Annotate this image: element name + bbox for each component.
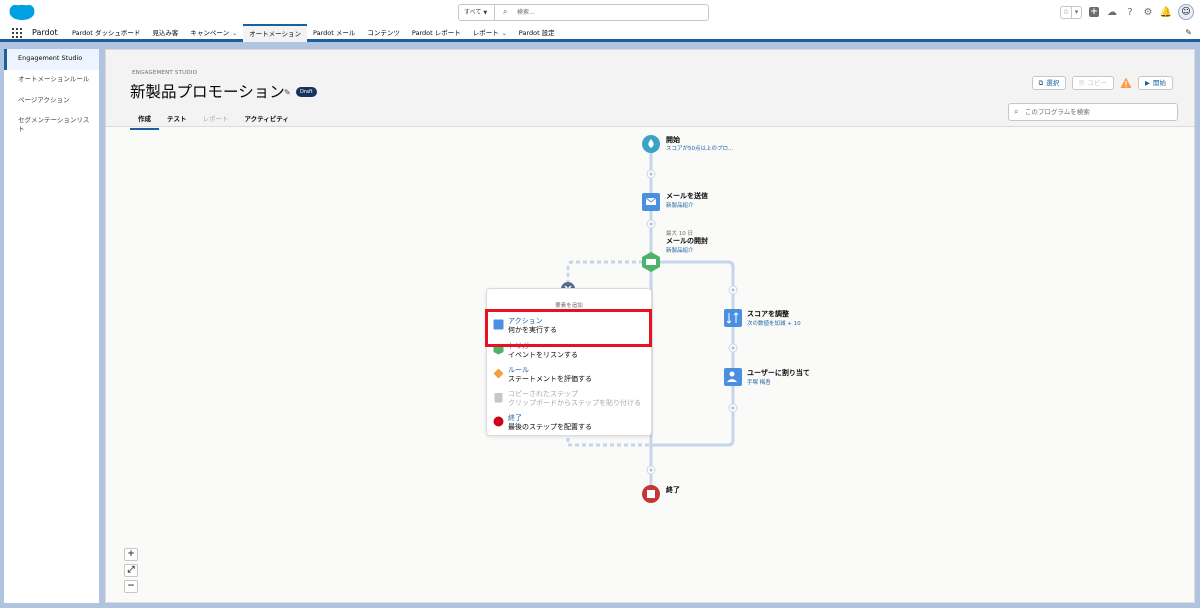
select-button[interactable]: ⧉ 選択 xyxy=(1031,76,1067,90)
program-header: ENGAGEMENT STUDIO 新製品プロモーション ✎ Draft 作成テ… xyxy=(106,50,1194,130)
add-menu-item[interactable]: トリガー イベントをリスンする xyxy=(493,341,643,365)
add-menu-item[interactable]: ルール ステートメントを評価する xyxy=(493,365,643,389)
assign-user-label: ユーザーに割り当て xyxy=(747,369,810,377)
app-navigation: Pardot Pardot ダッシュボード 見込み客 キャンペーン ⌄ オートメーション… xyxy=(0,24,1200,42)
send-email-label: メールを送信 xyxy=(666,192,708,200)
nav-item[interactable]: オートメーション xyxy=(243,24,307,42)
add-menu-item-desc: クリップボードからステップを貼り付ける xyxy=(508,399,641,407)
add-menu-item[interactable]: アクション 何かを実行する xyxy=(493,316,643,340)
plus-icon: + xyxy=(1089,7,1099,17)
left-sidebar: Engagement Studio オートメーションルール ページアクション セグメン… xyxy=(4,49,99,603)
zoom-out-button[interactable]: − xyxy=(124,580,138,593)
add-menu-item[interactable]: コピーされたステップ クリップボードからステップを貼り付ける xyxy=(493,389,643,413)
global-header: すべて ▼ ⌕ 検索... ☆ ▾ + ☁ ? ⚙ 🔔 ☺ xyxy=(0,0,1200,24)
nav-item[interactable]: Pardot レポート xyxy=(406,24,467,42)
edit-nav-icon[interactable]: ✎ xyxy=(1185,28,1192,37)
nav-item[interactable]: コンテンツ xyxy=(361,24,406,42)
clipboard-icon xyxy=(494,393,503,403)
search-input[interactable]: 検索... xyxy=(517,5,535,20)
salesforce-logo[interactable] xyxy=(7,3,37,22)
adjust-score-sub[interactable]: 次の数値を加減 + 10 xyxy=(747,319,801,327)
search-icon: ⌕ xyxy=(503,7,508,16)
nav-item[interactable]: レポート ⌄ xyxy=(467,24,513,42)
sidebar-item[interactable]: オートメーションルール xyxy=(4,70,99,91)
start-node-sub[interactable]: スコアが50点以上のプロ... xyxy=(666,144,733,152)
tab[interactable]: テスト xyxy=(159,109,195,130)
tab[interactable]: アクティビティ xyxy=(237,109,297,130)
select-icon: ⧉ xyxy=(1038,79,1044,87)
sidebar-item[interactable]: セグメンテーションリスト xyxy=(4,111,99,141)
add-menu-item-desc: 何かを実行する xyxy=(508,326,557,334)
sidebar-item[interactable]: ページアクション xyxy=(4,91,99,112)
chevron-down-icon[interactable]: ▾ xyxy=(1071,6,1081,18)
nav-item[interactable]: 見込み客 xyxy=(146,24,184,42)
email-open-label: メールの開封 xyxy=(666,237,708,245)
status-badge: Draft xyxy=(296,87,317,97)
search-scope-select[interactable]: すべて ▼ xyxy=(459,5,495,20)
pencil-icon[interactable]: ✎ xyxy=(284,88,291,97)
nav-item[interactable]: Pardot 設定 xyxy=(513,24,561,42)
avatar[interactable]: ☺ xyxy=(1178,4,1194,20)
nav-item[interactable]: Pardot ダッシュボード xyxy=(66,24,146,42)
zoom-controls: + ⤢ − xyxy=(124,548,138,593)
fit-to-screen-button[interactable]: ⤢ xyxy=(124,564,138,577)
main-panel: ENGAGEMENT STUDIO 新製品プロモーション ✎ Draft 作成テ… xyxy=(105,49,1195,603)
nav-item[interactable]: キャンペーン ⌄ xyxy=(184,24,243,42)
add-menu-item[interactable]: 終了 最後のステップを配置する xyxy=(493,413,643,437)
program-search[interactable]: ⌕ このプログラムを検索 xyxy=(1008,103,1178,121)
help-icon[interactable]: ? xyxy=(1124,6,1136,18)
start-button[interactable]: ▶ 開始 xyxy=(1138,76,1173,90)
sidebar-item[interactable]: Engagement Studio xyxy=(4,49,99,70)
chevron-down-icon[interactable]: ⌄ xyxy=(502,25,507,42)
end-label: 終了 xyxy=(666,486,680,494)
square-icon xyxy=(493,319,504,330)
add-element-menu: 要素を追加 アクション 何かを実行する トリガー イベントをリスンする ルール ステートメ… xyxy=(486,288,652,436)
star-icon[interactable]: ☆ xyxy=(1061,7,1071,18)
search-icon: ⌕ xyxy=(1014,107,1019,116)
email-open-sub[interactable]: 新製品紹介 xyxy=(666,246,694,254)
send-email-sub[interactable]: 新製品紹介 xyxy=(666,201,694,209)
global-search[interactable]: すべて ▼ ⌕ 検索... xyxy=(458,4,709,21)
copy-icon: ⎘ xyxy=(1079,79,1085,87)
global-actions-button[interactable]: + xyxy=(1088,6,1100,18)
app-name: Pardot xyxy=(32,28,58,37)
copy-button[interactable]: ⎘ コピー xyxy=(1072,76,1114,90)
gear-icon[interactable]: ⚙ xyxy=(1142,6,1154,18)
eyebrow: ENGAGEMENT STUDIO xyxy=(132,70,198,76)
hexagon-icon xyxy=(493,344,504,355)
program-search-input[interactable]: このプログラムを検索 xyxy=(1025,104,1090,120)
app-launcher-icon[interactable] xyxy=(12,28,22,38)
zoom-in-button[interactable]: + xyxy=(124,548,138,561)
add-menu-item-desc: ステートメントを評価する xyxy=(508,375,592,383)
add-menu-item-desc: 最後のステップを配置する xyxy=(508,423,592,431)
program-tabs: 作成 テスト レポート アクティビティ xyxy=(130,109,297,130)
trailhead-icon[interactable]: ☁ xyxy=(1106,6,1118,18)
tab[interactable]: 作成 xyxy=(130,109,159,130)
play-icon: ▶ xyxy=(1145,79,1150,87)
flow-canvas[interactable]: 開始 スコアが50点以上のプロ... メールを送信 新製品紹介 最大 10 日 … xyxy=(106,128,1194,602)
favorites-group[interactable]: ☆ ▾ xyxy=(1060,5,1082,19)
chevron-down-icon[interactable]: ⌄ xyxy=(232,25,237,42)
add-menu-title: 要素を追加 xyxy=(487,289,651,311)
assign-user-sub[interactable]: 手塚 梅吾 xyxy=(747,378,771,386)
diamond-icon xyxy=(493,368,504,379)
assign-user-node[interactable] xyxy=(724,368,742,386)
header-actions: ☆ ▾ + ☁ ? ⚙ 🔔 ☺ xyxy=(1060,4,1194,20)
add-menu-item-desc: イベントをリスンする xyxy=(508,351,578,359)
bell-icon[interactable]: 🔔 xyxy=(1160,6,1172,18)
program-actions: ⧉ 選択 ⎘ コピー ▶ 開始 xyxy=(1031,76,1173,90)
nav-item[interactable]: Pardot メール xyxy=(307,24,361,42)
adjust-score-label: スコアを調整 xyxy=(747,310,789,318)
adjust-score-node[interactable] xyxy=(724,309,742,327)
warning-icon[interactable] xyxy=(1120,77,1132,89)
chevron-down-icon: ▼ xyxy=(483,10,488,16)
tab[interactable]: レポート xyxy=(195,109,237,130)
page-title: 新製品プロモーション xyxy=(130,83,285,101)
circle-icon xyxy=(493,416,504,427)
nav-items: Pardot ダッシュボード 見込み客 キャンペーン ⌄ オートメーション Pardot … xyxy=(66,24,561,42)
